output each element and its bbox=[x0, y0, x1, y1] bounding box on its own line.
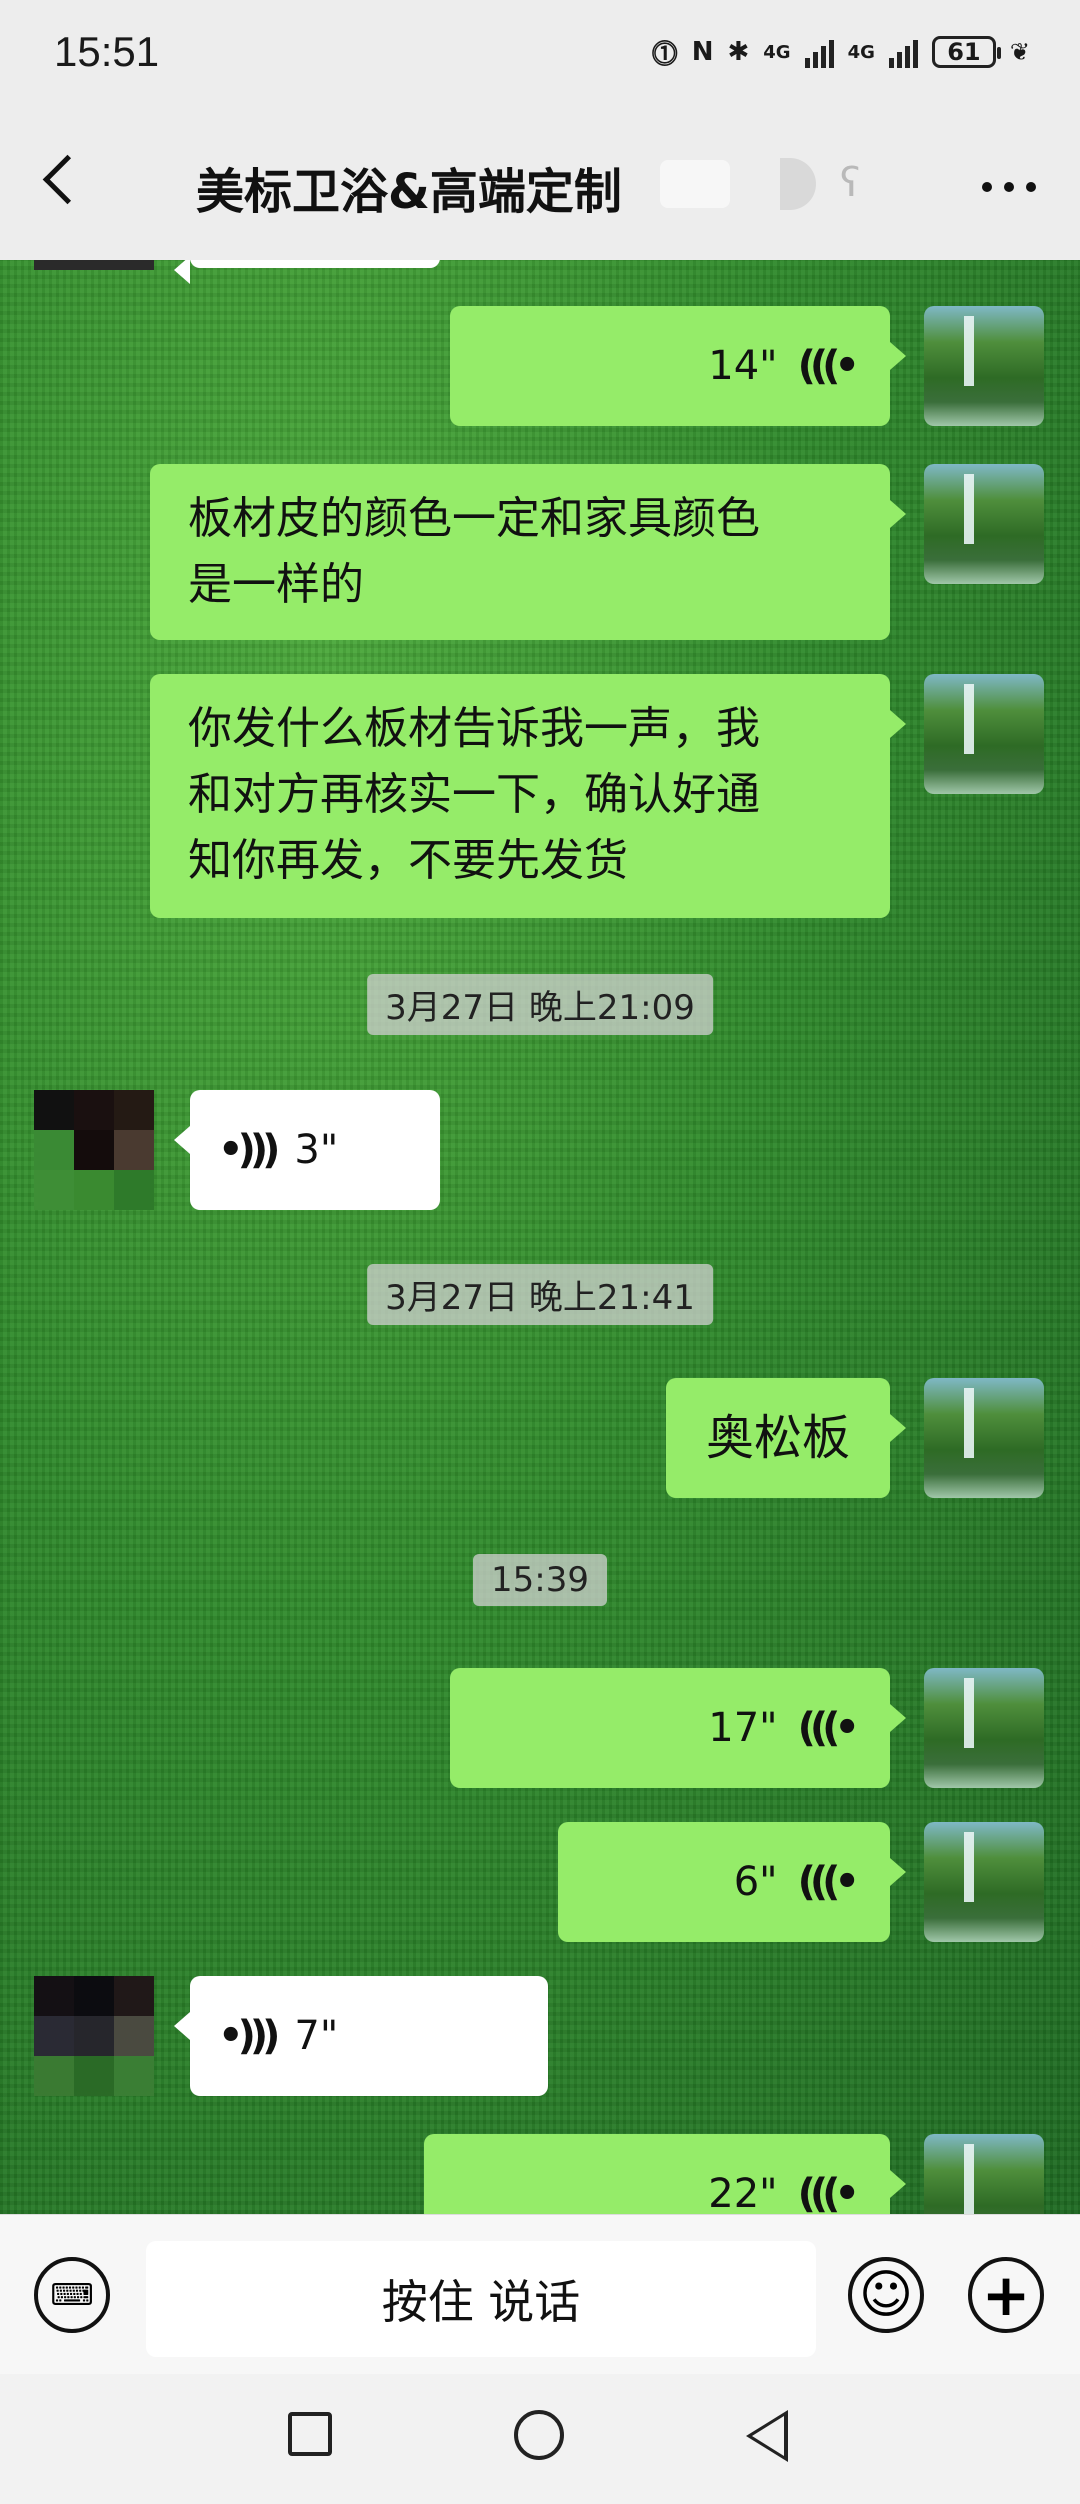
voice-duration: 22" bbox=[708, 2171, 778, 2214]
voice-duration: 3" bbox=[294, 1127, 339, 1173]
text-message-mine[interactable]: 板材皮的颜色一定和家具颜色 是一样的 bbox=[150, 464, 906, 640]
leaf-icon: ❦ bbox=[1009, 38, 1030, 66]
message-text: 奥松板 bbox=[705, 1410, 850, 1466]
message-line: 知你再发，不要先发货 bbox=[188, 835, 628, 886]
avatar-me[interactable] bbox=[924, 674, 1044, 794]
voice-wave-icon: (((• bbox=[797, 343, 860, 389]
voice-duration: 7" bbox=[294, 2013, 339, 2059]
voice-wave-icon: •))) bbox=[218, 2013, 280, 2059]
plus-icon[interactable]: + bbox=[968, 2257, 1044, 2333]
avatar-me[interactable] bbox=[924, 306, 1044, 426]
voice-wave-icon: (((• bbox=[797, 1859, 860, 1905]
nfc-icon: N bbox=[691, 37, 714, 67]
voice-message-mine[interactable]: 6" (((• bbox=[558, 1822, 906, 1942]
hd-icon: ⓵ bbox=[651, 39, 678, 70]
message-line: 是一样的 bbox=[188, 559, 364, 610]
input-bar: ⌨ 按住 说话 ☺ + bbox=[0, 2214, 1080, 2375]
voice-message-mine[interactable]: 14" (((• bbox=[450, 306, 906, 426]
avatar-other[interactable] bbox=[34, 1090, 154, 1210]
avatar-me[interactable] bbox=[924, 464, 1044, 584]
home-icon[interactable] bbox=[514, 2410, 564, 2460]
more-dots-icon[interactable] bbox=[982, 182, 1036, 192]
voice-duration: 6" bbox=[733, 1859, 778, 1905]
system-nav-bar bbox=[0, 2374, 1080, 2504]
text-message-mine[interactable]: 你发什么板材告诉我一声，我 和对方再核实一下，确认好通 知你再发，不要先发货 bbox=[150, 674, 906, 918]
signal-icon-2 bbox=[888, 36, 918, 68]
avatar-me[interactable] bbox=[924, 2134, 1044, 2214]
message-line: 板材皮的颜色一定和家具颜色 bbox=[188, 493, 760, 544]
timestamp: 3月27日 晚上21:09 bbox=[367, 974, 713, 1035]
avatar-other[interactable] bbox=[34, 1976, 154, 2096]
avatar-me[interactable] bbox=[924, 1378, 1044, 1498]
avatar-other[interactable] bbox=[34, 260, 154, 270]
status-bar: 15:51 ⓵ N ✱ 4G 4G 61 ❦ bbox=[0, 0, 1080, 100]
voice-wave-icon: (((• bbox=[797, 1705, 860, 1751]
voice-wave-icon: (((• bbox=[797, 2171, 860, 2214]
blurred-name-part bbox=[780, 158, 816, 210]
chat-title: 美标卫浴&高端定制 bbox=[196, 164, 622, 220]
bluetooth-icon: ✱ bbox=[727, 37, 750, 67]
back-chevron-icon[interactable] bbox=[42, 154, 93, 205]
chat-header: 美标卫浴&高端定制 ʕ bbox=[0, 100, 1080, 260]
timestamp: 3月27日 晚上21:41 bbox=[367, 1264, 713, 1325]
voice-message-mine[interactable]: 22" (((• bbox=[424, 2134, 906, 2214]
voice-message-other[interactable]: •))) 3" bbox=[174, 1090, 440, 1210]
keyboard-icon[interactable]: ⌨ bbox=[34, 2257, 110, 2333]
network-label-2: 4G bbox=[847, 41, 875, 63]
status-time: 15:51 bbox=[54, 28, 160, 75]
text-message-mine[interactable]: 奥松板 bbox=[666, 1378, 906, 1498]
emoji-icon[interactable]: ☺ bbox=[848, 2257, 924, 2333]
voice-wave-icon: •))) bbox=[218, 1127, 280, 1173]
hold-to-talk-button[interactable]: 按住 说话 bbox=[146, 2241, 816, 2357]
voice-duration: 17" bbox=[708, 1705, 778, 1751]
battery-icon: 61 bbox=[931, 36, 1001, 68]
partial-message bbox=[174, 260, 440, 284]
voice-duration: 14" bbox=[708, 343, 778, 389]
blurred-name-part bbox=[660, 160, 730, 208]
message-line: 和对方再核实一下，确认好通 bbox=[188, 769, 760, 820]
message-line: 你发什么板材告诉我一声，我 bbox=[188, 703, 760, 754]
ear-mode-icon: ʕ bbox=[840, 160, 861, 206]
voice-message-other[interactable]: •))) 7" bbox=[174, 1976, 548, 2096]
network-label: 4G bbox=[763, 41, 791, 63]
recent-apps-icon[interactable] bbox=[288, 2412, 332, 2456]
chat-area[interactable]: 14" (((• 板材皮的颜色一定和家具颜色 是一样的 你发什么板材告诉我一声，… bbox=[0, 260, 1080, 2214]
avatar-me[interactable] bbox=[924, 1668, 1044, 1788]
voice-message-mine[interactable]: 17" (((• bbox=[450, 1668, 906, 1788]
status-icons: ⓵ N ✱ 4G 4G 61 ❦ bbox=[652, 32, 1030, 72]
signal-icon bbox=[804, 36, 834, 68]
avatar-me[interactable] bbox=[924, 1822, 1044, 1942]
timestamp: 15:39 bbox=[473, 1554, 607, 1606]
back-triangle-icon[interactable] bbox=[746, 2410, 788, 2462]
